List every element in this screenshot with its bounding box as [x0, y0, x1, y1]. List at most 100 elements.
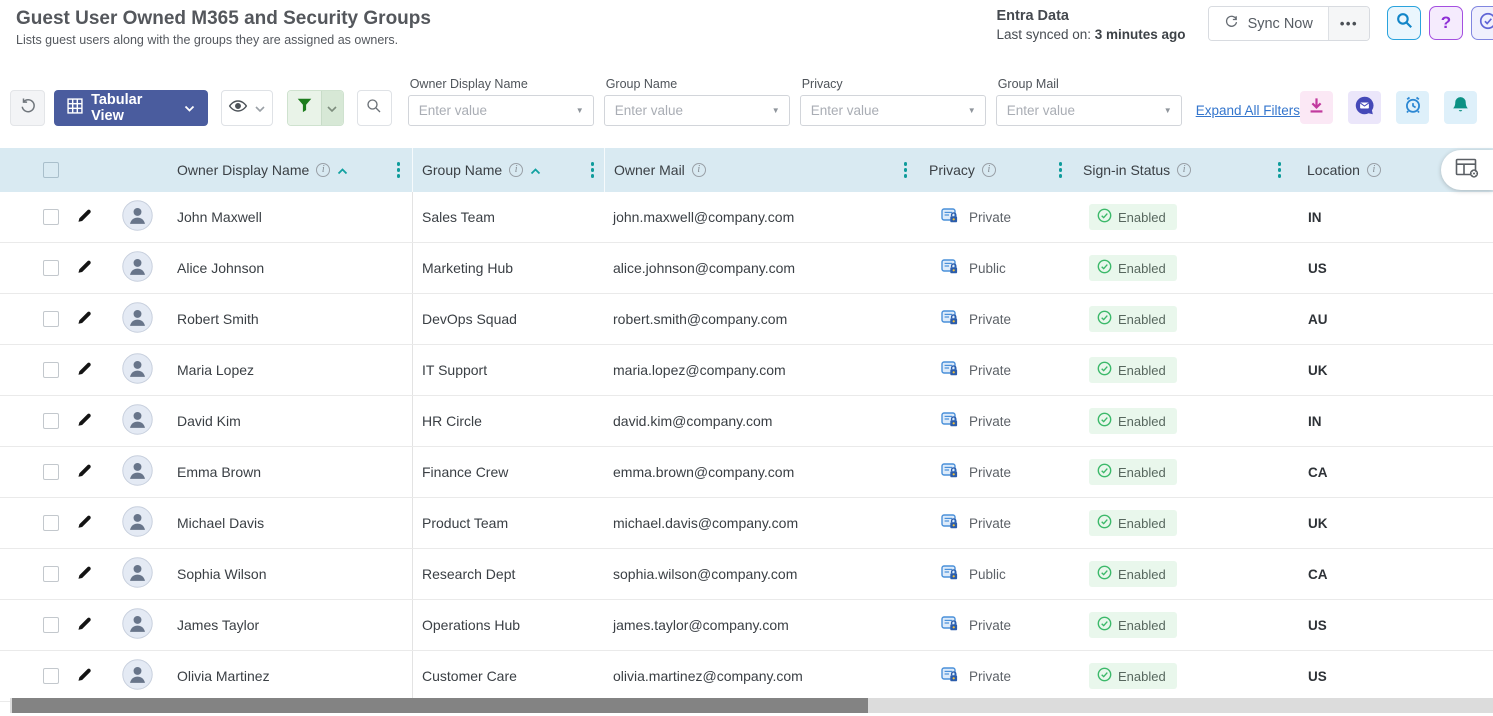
table-row: Sophia Wilson Research Dept sophia.wilso…: [0, 549, 1493, 600]
help-button[interactable]: ?: [1429, 6, 1463, 40]
filter-input-group-mail[interactable]: [997, 103, 1164, 118]
global-search-button[interactable]: [1387, 6, 1421, 40]
expand-all-filters-link[interactable]: Expand All Filters: [1196, 103, 1300, 118]
table-row: Maria Lopez IT Support maria.lopez@compa…: [0, 345, 1493, 396]
health-check-button[interactable]: [1471, 6, 1493, 40]
feedback-button[interactable]: [1348, 91, 1381, 124]
owner-display-name: Robert Smith: [174, 294, 412, 344]
column-header-owner-display-name[interactable]: Owner Display Name i: [174, 148, 412, 192]
group-name: Product Team: [412, 498, 604, 548]
column-header-privacy[interactable]: Privacy i: [917, 148, 1070, 192]
select-all-cell: [0, 148, 66, 192]
edit-icon[interactable]: [76, 462, 93, 482]
column-menu-icon[interactable]: [393, 158, 405, 182]
location-value: UK: [1293, 498, 1493, 548]
column-label: Sign-in Status: [1083, 162, 1170, 178]
row-checkbox[interactable]: [43, 566, 59, 582]
filter-input-owner-display-name[interactable]: [409, 103, 576, 118]
row-checkbox[interactable]: [43, 617, 59, 633]
select-all-checkbox[interactable]: [43, 162, 59, 178]
dropdown-caret-icon[interactable]: ▼: [772, 106, 789, 115]
filter-group-group-mail: Group Mail ▼: [996, 77, 1182, 126]
column-menu-icon[interactable]: [1274, 158, 1286, 182]
enabled-check-icon: [1097, 310, 1112, 328]
info-icon[interactable]: i: [692, 163, 706, 177]
privacy-icon: [941, 564, 959, 584]
refresh-button[interactable]: [10, 90, 45, 126]
row-checkbox[interactable]: [43, 311, 59, 327]
filter-input-group-name[interactable]: [605, 103, 772, 118]
dropdown-caret-icon[interactable]: ▼: [968, 106, 985, 115]
notifications-button[interactable]: [1444, 91, 1477, 124]
sync-more-button[interactable]: •••: [1328, 7, 1369, 40]
view-options-button[interactable]: [221, 90, 274, 126]
signin-status-badge: Enabled: [1089, 306, 1177, 332]
export-button[interactable]: [1300, 91, 1333, 124]
row-checkbox[interactable]: [43, 413, 59, 429]
column-settings-button[interactable]: [1441, 150, 1493, 190]
column-menu-icon[interactable]: [1055, 158, 1067, 182]
row-checkbox[interactable]: [43, 668, 59, 684]
row-checkbox[interactable]: [43, 362, 59, 378]
row-checkbox[interactable]: [43, 515, 59, 531]
sort-asc-icon[interactable]: [530, 162, 541, 178]
edit-icon[interactable]: [76, 207, 93, 227]
header-icon-buttons: ?: [1387, 6, 1493, 40]
row-checkbox[interactable]: [43, 464, 59, 480]
privacy-value: Private: [969, 618, 1011, 633]
scrollbar-thumb[interactable]: [12, 698, 868, 713]
info-icon[interactable]: i: [1367, 163, 1381, 177]
owner-mail: david.kim@company.com: [604, 396, 917, 446]
filter-input-privacy[interactable]: [801, 103, 968, 118]
quick-search-button[interactable]: [357, 90, 392, 126]
avatar-icon: [122, 200, 153, 234]
view-mode-dropdown[interactable]: Tabular View: [54, 90, 208, 126]
column-header-group-name[interactable]: Group Name i: [412, 148, 604, 192]
avatar-icon: [122, 455, 153, 489]
avatar-icon: [122, 506, 153, 540]
question-mark-icon: ?: [1441, 13, 1451, 33]
toolbar-right-actions: [1300, 91, 1477, 124]
sort-asc-icon[interactable]: [337, 162, 348, 178]
group-name: IT Support: [412, 345, 604, 395]
edit-icon[interactable]: [76, 564, 93, 584]
edit-icon[interactable]: [76, 258, 93, 278]
dropdown-caret-icon[interactable]: ▼: [576, 106, 593, 115]
info-icon[interactable]: i: [509, 163, 523, 177]
filter-split-button: [287, 90, 343, 126]
edit-icon[interactable]: [76, 615, 93, 635]
owner-mail: sophia.wilson@company.com: [604, 549, 917, 599]
enabled-check-icon: [1097, 463, 1112, 481]
dropdown-caret-icon[interactable]: ▼: [1164, 106, 1181, 115]
avatar-icon: [122, 404, 153, 438]
edit-icon[interactable]: [76, 666, 93, 686]
column-label: Privacy: [929, 162, 975, 178]
signin-status-badge: Enabled: [1089, 255, 1177, 281]
edit-icon[interactable]: [76, 360, 93, 380]
filter-toggle-button[interactable]: [288, 91, 321, 125]
column-header-owner-mail[interactable]: Owner Mail i: [604, 148, 917, 192]
group-name: Sales Team: [412, 192, 604, 242]
schedule-button[interactable]: [1396, 91, 1429, 124]
location-value: AU: [1293, 294, 1493, 344]
filter-dropdown-button[interactable]: [321, 91, 342, 125]
info-icon[interactable]: i: [982, 163, 996, 177]
horizontal-scrollbar[interactable]: [10, 698, 1493, 713]
column-menu-icon[interactable]: [900, 158, 912, 182]
column-label: Group Name: [422, 162, 502, 178]
info-icon[interactable]: i: [1177, 163, 1191, 177]
filter-label: Owner Display Name: [410, 77, 594, 91]
sync-now-button[interactable]: Sync Now: [1209, 7, 1328, 40]
grid-icon: [67, 98, 83, 118]
owner-display-name: Olivia Martinez: [174, 651, 412, 701]
column-menu-icon[interactable]: [587, 158, 599, 182]
edit-icon[interactable]: [76, 309, 93, 329]
info-icon[interactable]: i: [316, 163, 330, 177]
edit-icon[interactable]: [76, 513, 93, 533]
location-value: CA: [1293, 447, 1493, 497]
row-checkbox[interactable]: [43, 209, 59, 225]
column-header-signin-status[interactable]: Sign-in Status i: [1070, 148, 1293, 192]
signin-status-value: Enabled: [1118, 618, 1166, 633]
edit-icon[interactable]: [76, 411, 93, 431]
row-checkbox[interactable]: [43, 260, 59, 276]
